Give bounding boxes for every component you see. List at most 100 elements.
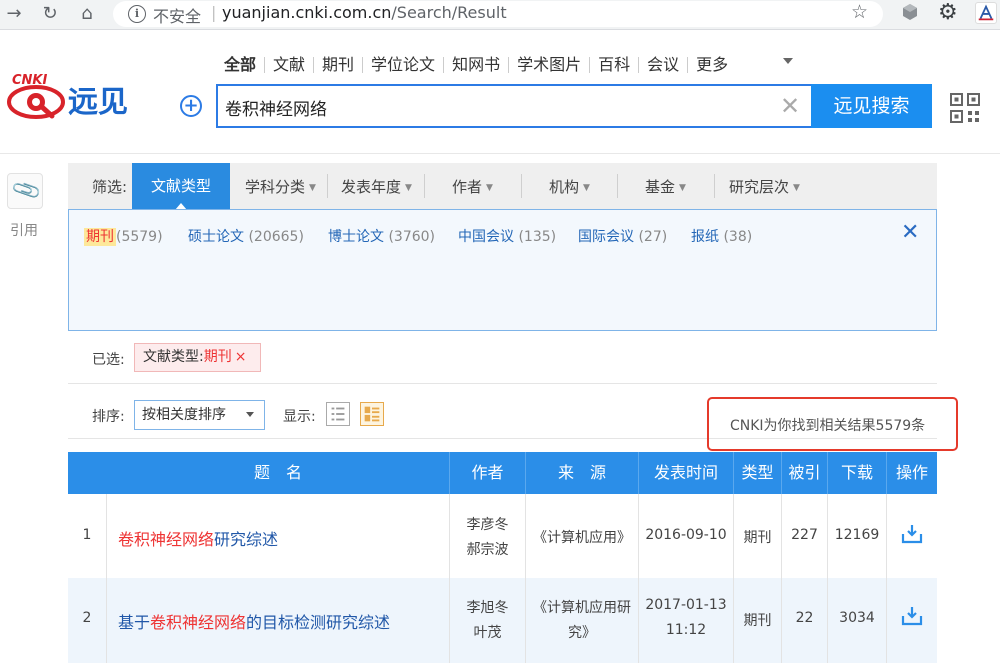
category-encyclopedia[interactable]: 百科 bbox=[589, 57, 638, 73]
type-name: 中国会议 bbox=[458, 229, 514, 245]
category-books[interactable]: 知网书 bbox=[443, 57, 508, 73]
tab-year[interactable]: 发表年度 ▼ bbox=[341, 176, 412, 197]
chevron-down-icon: ▼ bbox=[679, 183, 686, 193]
tab-research-level-label: 研究层次 bbox=[729, 178, 790, 196]
filter-divider bbox=[521, 174, 522, 198]
remove-filter-icon[interactable]: × bbox=[235, 349, 247, 365]
type-option-journal[interactable]: 期刊 (5579) bbox=[84, 226, 163, 246]
author-link[interactable]: 李彦冬 bbox=[450, 514, 525, 534]
chip-value: 期刊 bbox=[203, 349, 232, 365]
more-caret-icon[interactable] bbox=[783, 58, 793, 64]
filter-label: 筛选: bbox=[92, 178, 128, 196]
column-cited[interactable]: 被引 bbox=[782, 452, 827, 494]
reload-icon[interactable]: ↻ bbox=[38, 2, 62, 26]
type-option-intl-conference[interactable]: 国际会议 (27) bbox=[578, 226, 667, 246]
download-icon[interactable] bbox=[901, 524, 923, 544]
filter-divider bbox=[327, 174, 328, 198]
search-input[interactable] bbox=[225, 95, 745, 119]
category-thesis[interactable]: 学位论文 bbox=[362, 57, 443, 73]
sort-label: 排序: bbox=[92, 409, 125, 425]
type-name: 期刊 bbox=[84, 228, 116, 246]
insecure-label: 不安全 bbox=[153, 7, 202, 26]
chip-key: 文献类型: bbox=[143, 349, 204, 365]
type-option-cn-conference[interactable]: 中国会议 (135) bbox=[458, 226, 556, 246]
list-view-icon[interactable] bbox=[326, 402, 350, 426]
column-source[interactable]: 来 源 bbox=[526, 452, 638, 494]
category-all[interactable]: 全部 bbox=[224, 57, 264, 73]
type-count: (27) bbox=[638, 229, 668, 245]
extension-gear-icon[interactable]: ⚙ bbox=[938, 0, 958, 25]
type-count: (5579) bbox=[116, 229, 163, 245]
tab-institution-label: 机构 bbox=[549, 178, 580, 196]
clear-icon[interactable]: ✕ bbox=[780, 92, 800, 120]
source-link-cont[interactable]: 究》 bbox=[526, 622, 638, 642]
tab-institution[interactable]: 机构 ▼ bbox=[549, 176, 590, 197]
cited-count: 227 bbox=[791, 527, 818, 543]
cell-divider bbox=[449, 578, 450, 663]
tab-research-level[interactable]: 研究层次 ▼ bbox=[729, 176, 800, 197]
title-prefix: 基于 bbox=[118, 613, 151, 632]
tab-year-label: 发表年度 bbox=[341, 178, 402, 196]
author-link[interactable]: 李旭冬 bbox=[450, 597, 525, 617]
category-images[interactable]: 学术图片 bbox=[508, 57, 589, 73]
column-downloads[interactable]: 下载 bbox=[828, 452, 886, 494]
extension-zotero-icon[interactable] bbox=[975, 2, 997, 24]
chevron-down-icon: ▼ bbox=[486, 183, 493, 193]
type-option-phd-thesis[interactable]: 博士论文 (3760) bbox=[328, 226, 435, 246]
chevron-down-icon: ▼ bbox=[309, 183, 316, 193]
title-suffix: 研究综述 bbox=[214, 530, 279, 549]
download-icon[interactable] bbox=[901, 606, 923, 626]
category-more[interactable]: 更多 bbox=[687, 57, 736, 73]
search-button[interactable]: 远见搜索 bbox=[811, 84, 932, 128]
url-text[interactable]: yuanjian.cnki.com.cn/Search/Result bbox=[222, 3, 507, 22]
column-title[interactable]: 题 名 bbox=[106, 452, 450, 494]
cnki-logo[interactable]: CNKI 远见 bbox=[2, 70, 162, 130]
bookmark-star-icon[interactable]: ☆ bbox=[851, 1, 868, 23]
back-icon[interactable]: → bbox=[2, 2, 26, 26]
cell-divider bbox=[449, 494, 450, 578]
category-journal[interactable]: 期刊 bbox=[313, 57, 362, 73]
column-author[interactable]: 作者 bbox=[450, 452, 525, 494]
chevron-down-icon[interactable] bbox=[246, 412, 254, 417]
source-link[interactable]: 《计算机应用》 bbox=[526, 527, 638, 547]
result-title-link[interactable]: 基于卷积神经网络的目标检测研究综述 bbox=[118, 609, 390, 633]
qr-code-icon[interactable] bbox=[950, 93, 980, 123]
category-conference[interactable]: 会议 bbox=[638, 57, 687, 73]
info-icon[interactable]: i bbox=[128, 5, 146, 23]
source-link[interactable]: 《计算机应用研 bbox=[526, 597, 638, 617]
close-icon[interactable]: ✕ bbox=[901, 220, 919, 245]
type-name: 博士论文 bbox=[328, 229, 384, 245]
tab-subject[interactable]: 学科分类 ▼ bbox=[245, 176, 316, 197]
type-option-newspaper[interactable]: 报纸 (38) bbox=[691, 226, 752, 246]
result-title-link[interactable]: 卷积神经网络研究综述 bbox=[118, 526, 278, 550]
detail-view-icon[interactable] bbox=[360, 402, 384, 426]
cell-divider bbox=[886, 578, 887, 663]
add-icon[interactable]: + bbox=[180, 95, 202, 117]
type-count: (20665) bbox=[248, 229, 304, 245]
column-date[interactable]: 发表时间 bbox=[639, 452, 733, 494]
selected-filter-chip[interactable]: 文献类型:期刊 × bbox=[134, 343, 261, 372]
column-type[interactable]: 类型 bbox=[734, 452, 781, 494]
cell-divider bbox=[106, 578, 107, 663]
publish-date: 2017-01-13 bbox=[645, 597, 727, 613]
url-separator: | bbox=[211, 3, 217, 22]
cited-count: 22 bbox=[795, 610, 814, 626]
tab-author[interactable]: 作者 ▼ bbox=[452, 176, 493, 197]
svg-text:CNKI: CNKI bbox=[12, 73, 47, 88]
type-option-master-thesis[interactable]: 硕士论文 (20665) bbox=[188, 226, 304, 246]
category-literature[interactable]: 文献 bbox=[264, 57, 313, 73]
tab-fund[interactable]: 基金 ▼ bbox=[645, 176, 686, 197]
row-index: 1 bbox=[82, 527, 92, 543]
title-highlight: 卷积神经网络 bbox=[118, 530, 215, 549]
type-count: (38) bbox=[723, 229, 753, 245]
filter-divider bbox=[424, 174, 425, 198]
author-link[interactable]: 叶茂 bbox=[450, 622, 525, 642]
publish-date: 2016-09-10 bbox=[645, 527, 727, 543]
title-highlight: 卷积神经网络 bbox=[150, 613, 247, 632]
publish-time: 11:12 bbox=[665, 622, 707, 638]
tab-fund-label: 基金 bbox=[645, 178, 676, 196]
author-link[interactable]: 郝宗波 bbox=[450, 539, 525, 559]
home-icon[interactable]: ⌂ bbox=[75, 2, 99, 26]
extension-cube-icon[interactable] bbox=[901, 3, 919, 21]
url-host: yuanjian.cnki.com.cn bbox=[222, 3, 392, 22]
